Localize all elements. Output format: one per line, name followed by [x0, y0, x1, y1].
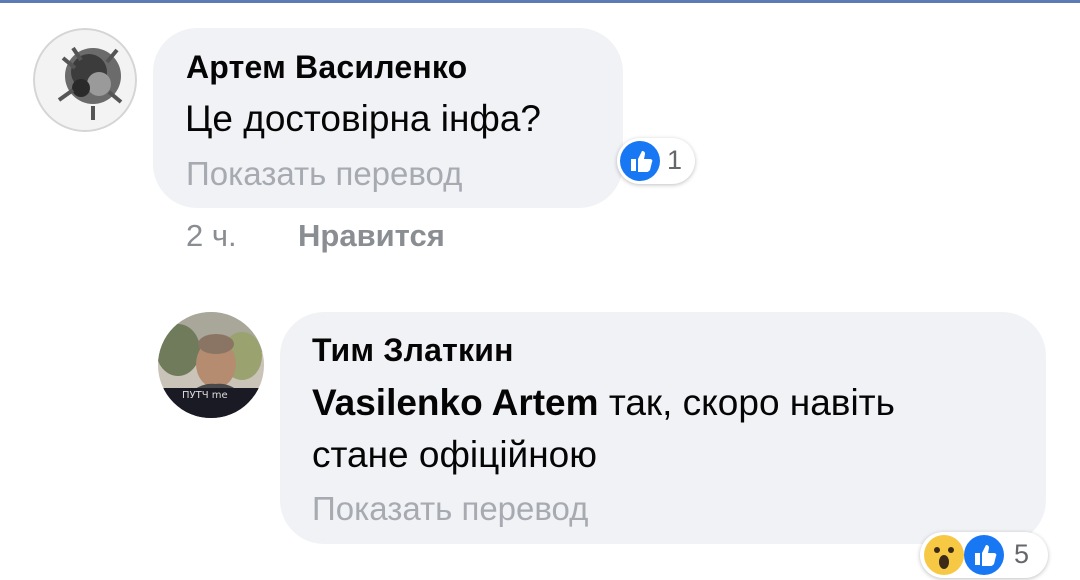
show-translation-link[interactable]: Показать перевод [186, 155, 462, 193]
top-divider [0, 0, 1080, 3]
show-translation-link[interactable]: Показать перевод [312, 490, 588, 528]
avatar-caption: ПУТЧ me [182, 390, 228, 401]
reactions-summary[interactable]: 1 [617, 138, 695, 184]
comment-bubble: Артем Василенко Це достовірна інфа? Пока… [153, 28, 623, 208]
wow-icon [924, 535, 964, 575]
avatar[interactable]: ПУТЧ me [158, 312, 264, 418]
like-icon [964, 535, 1004, 575]
avatar[interactable] [33, 28, 137, 132]
comment-author[interactable]: Артем Василенко [186, 49, 467, 86]
comment-text-line: стане офіційною [312, 434, 597, 475]
comment-text: Це достовірна інфа? [185, 98, 541, 139]
comment-text-line: так, скоро навіть [598, 382, 895, 423]
mention-link[interactable]: Vasilenko Artem [312, 382, 599, 423]
comment-timestamp[interactable]: 2 ч. [186, 218, 237, 254]
reaction-count: 1 [667, 145, 683, 175]
comment-text: Vasilenko Artem так, скоро навіть [312, 378, 895, 428]
comment-author[interactable]: Тим Златкин [312, 332, 514, 369]
reactions-summary[interactable]: 5 [920, 532, 1048, 578]
reaction-count: 5 [1014, 539, 1030, 569]
like-button[interactable]: Нравится [298, 218, 445, 254]
like-icon [620, 141, 660, 181]
comment-bubble: Тим Златкин Vasilenko Artem так, скоро н… [280, 312, 1046, 544]
